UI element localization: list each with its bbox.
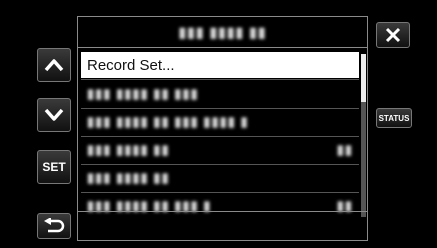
back-arrow-icon	[44, 218, 65, 233]
close-icon	[385, 27, 401, 43]
menu-list-panel: ▮▮▮ ▮▮▮▮ ▮▮ Record Set... ▮▮▮ ▮▮▮▮ ▮▮ ▮▮…	[77, 16, 368, 241]
set-button-label: SET	[42, 160, 66, 174]
menu-item-value: ▮▮	[336, 142, 353, 157]
scroll-up-button[interactable]	[37, 48, 71, 82]
divider	[81, 79, 359, 80]
menu-footer	[78, 211, 367, 240]
close-button[interactable]	[376, 22, 410, 48]
menu-scrollbar[interactable]	[361, 54, 366, 217]
set-button[interactable]: SET	[37, 150, 71, 184]
menu-item-label: ▮▮▮ ▮▮▮▮ ▮▮ ▮▮▮ ▮▮▮▮ ▮	[87, 114, 249, 129]
menu-title: ▮▮▮ ▮▮▮▮ ▮▮	[178, 23, 267, 40]
menu-item-label: ▮▮▮ ▮▮▮▮ ▮▮ ▮▮▮	[87, 86, 199, 101]
status-button[interactable]: STATUS	[376, 108, 412, 128]
menu-item-label: Record Set...	[87, 56, 175, 74]
scrollbar-thumb[interactable]	[361, 54, 366, 102]
up-arrow-icon	[44, 59, 64, 72]
status-button-label: STATUS	[378, 113, 410, 123]
menu-item-label: ▮▮▮ ▮▮▮▮ ▮▮	[87, 142, 170, 157]
menu-item[interactable]: ▮▮▮ ▮▮▮▮ ▮▮	[81, 165, 359, 191]
camera-menu-screen: SET ▮▮▮ ▮▮▮▮ ▮▮ Record Set... ▮▮▮ ▮▮▮▮ ▮…	[0, 0, 437, 248]
menu-title-bar: ▮▮▮ ▮▮▮▮ ▮▮	[78, 17, 367, 48]
menu-item[interactable]: ▮▮▮ ▮▮▮▮ ▮▮ ▮▮▮	[81, 81, 359, 107]
scroll-down-button[interactable]	[37, 98, 71, 132]
back-button[interactable]	[37, 213, 71, 239]
menu-item[interactable]: ▮▮▮ ▮▮▮▮ ▮▮ ▮▮▮ ▮▮▮▮ ▮	[81, 109, 359, 135]
menu-item[interactable]: ▮▮▮ ▮▮▮▮ ▮▮ ▮▮	[81, 137, 359, 163]
menu-item-record-set[interactable]: Record Set...	[81, 52, 359, 78]
menu-item-label: ▮▮▮ ▮▮▮▮ ▮▮	[87, 170, 170, 185]
down-arrow-icon	[44, 108, 64, 121]
